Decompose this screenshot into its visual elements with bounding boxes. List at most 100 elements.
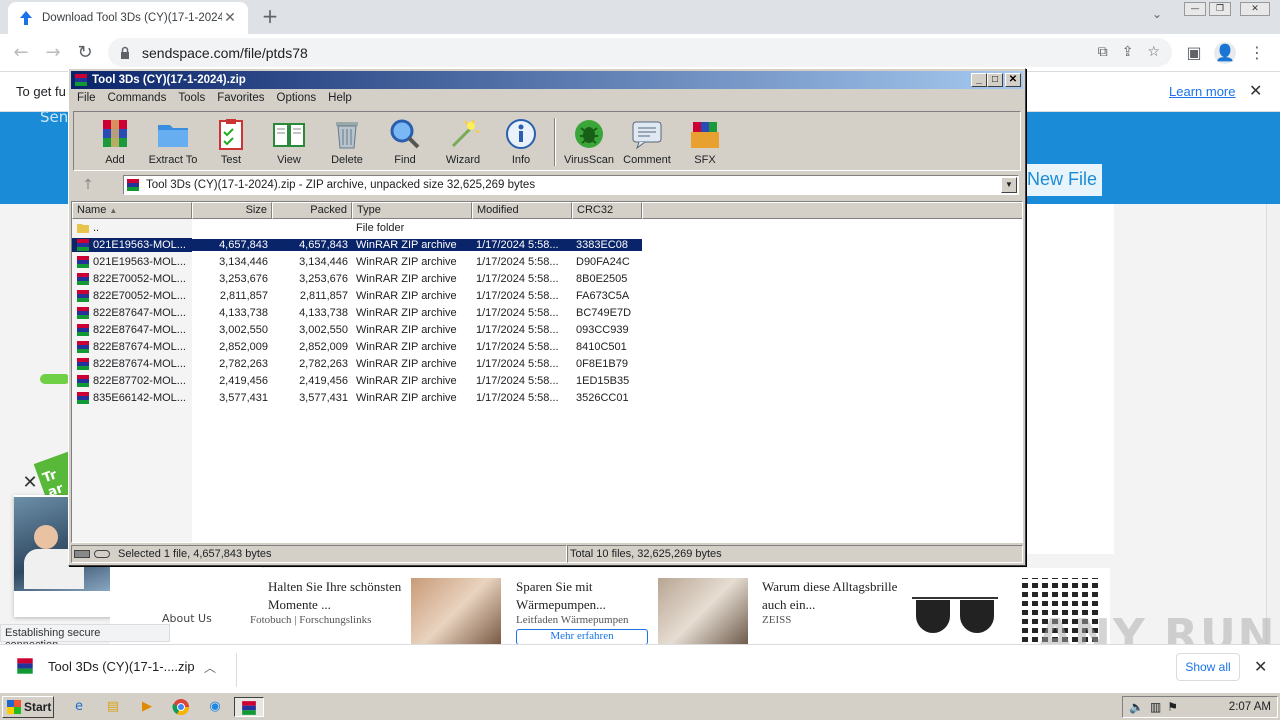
minimize-window-icon[interactable]: — xyxy=(1184,2,1206,16)
menu-options[interactable]: Options xyxy=(271,90,323,108)
address-bar[interactable]: sendspace.com/file/ptds78 ⧉ ⇪ ☆ xyxy=(108,38,1172,67)
learn-more-link[interactable]: Learn more xyxy=(1169,84,1235,99)
winrar-minimize-icon[interactable]: _ xyxy=(971,73,987,87)
windows-flag-icon xyxy=(7,700,21,714)
key-icon[interactable] xyxy=(94,550,110,558)
column-header-size[interactable]: Size xyxy=(192,202,272,219)
kebab-menu-icon[interactable]: ⋮ xyxy=(1246,42,1268,64)
video-close-icon[interactable]: ✕ xyxy=(20,472,40,493)
up-folder-icon[interactable]: ↑ xyxy=(73,174,103,196)
ad-3-glasses-image[interactable] xyxy=(912,590,998,640)
tab-search-chevron-icon[interactable]: ⌄ xyxy=(1152,7,1162,21)
new-file-button[interactable]: New File xyxy=(1022,164,1102,196)
file-packed: 4,657,843 xyxy=(272,238,352,251)
share-icon[interactable]: ⇪ xyxy=(1122,44,1134,60)
column-header-crc32[interactable]: CRC32 xyxy=(572,202,642,219)
file-row[interactable]: 021E19563-MOL... 3,134,446 3,134,446 WinRAR… xyxy=(72,253,1022,270)
menu-file[interactable]: File xyxy=(71,90,102,108)
tool-sfx-button[interactable]: SFX xyxy=(676,112,734,170)
page-scrollbar[interactable] xyxy=(1266,204,1280,644)
back-arrow-icon[interactable]: ← xyxy=(8,40,34,66)
restore-window-icon[interactable]: ❐ xyxy=(1209,2,1231,16)
chrome-icon[interactable] xyxy=(168,697,194,717)
drive-icon[interactable] xyxy=(74,550,90,558)
network-icon[interactable]: ▥ xyxy=(1150,700,1161,714)
ad-1-image[interactable] xyxy=(411,578,501,644)
infobar-close-icon[interactable]: ✕ xyxy=(1249,81,1262,100)
archive-path-text: Tool 3Ds (CY)(17-1-2024).zip - ZIP archi… xyxy=(146,179,536,191)
winrar-close-icon[interactable]: ✕ xyxy=(1005,73,1021,87)
ad-2-title[interactable]: Sparen Sie mit Wärmepumpen... xyxy=(516,578,646,614)
menu-commands[interactable]: Commands xyxy=(102,90,173,108)
tool-add-button[interactable]: Add xyxy=(86,112,144,170)
ad-1-title[interactable]: Halten Sie Ihre schönsten Momente ... xyxy=(268,578,408,614)
profile-avatar-icon[interactable]: 👤 xyxy=(1214,42,1236,64)
winrar-title-bar[interactable]: Tool 3Ds (CY)(17-1-2024).zip _ □ ✕ xyxy=(71,71,1023,89)
path-dropdown-icon[interactable]: ▼ xyxy=(1001,177,1017,193)
file-modified: 1/17/2024 5:58... xyxy=(476,340,559,353)
column-header-type[interactable]: Type xyxy=(352,202,472,219)
reload-icon[interactable]: ↻ xyxy=(72,40,98,66)
column-header-modified[interactable]: Modified xyxy=(472,202,572,219)
downloads-close-icon[interactable]: ✕ xyxy=(1254,657,1267,676)
tool-info-button[interactable]: Info xyxy=(492,112,550,170)
volume-icon[interactable]: 🔈 xyxy=(1129,700,1144,714)
file-row[interactable]: 822E87647-MOL... 3,002,550 3,002,550 WinRAR… xyxy=(72,321,1022,338)
browser-tab[interactable]: Download Tool 3Ds (CY)(17-1-2024) ✕ xyxy=(8,2,248,34)
file-row[interactable]: 021E19563-MOL... 4,657,843 4,657,843 WinRAR… xyxy=(72,236,1022,253)
show-all-button[interactable]: Show all xyxy=(1176,653,1240,681)
ie-icon[interactable]: e xyxy=(66,697,92,717)
download-item[interactable]: Tool 3Ds (CY)(17-1-....zip xyxy=(16,657,195,675)
clock[interactable]: 2:07 AM xyxy=(1229,701,1271,713)
file-size: 4,657,843 xyxy=(192,238,272,251)
menu-favorites[interactable]: Favorites xyxy=(211,90,270,108)
menu-help[interactable]: Help xyxy=(322,90,358,108)
sfx-box-icon xyxy=(691,122,719,148)
column-header-packed[interactable]: Packed xyxy=(272,202,352,219)
bookmark-star-icon[interactable]: ☆ xyxy=(1147,44,1160,60)
tool-wizard-button[interactable]: Wizard xyxy=(434,112,492,170)
action-center-flag-icon[interactable]: ⚑ xyxy=(1167,700,1178,714)
ad-2-more-button[interactable]: Mehr erfahren xyxy=(516,629,648,645)
file-row[interactable]: 822E87702-MOL... 2,419,456 2,419,456 WinRAR… xyxy=(72,372,1022,389)
tool-find-button[interactable]: Find xyxy=(376,112,434,170)
file-row[interactable]: 822E87674-MOL... 2,782,263 2,782,263 WinRAR… xyxy=(72,355,1022,372)
file-crc32: D90FA24C xyxy=(576,255,630,268)
file-row[interactable]: 822E70052-MOL... 2,811,857 2,811,857 WinRAR… xyxy=(72,287,1022,304)
tool-view-button[interactable]: View xyxy=(260,112,318,170)
chevron-up-icon[interactable]: ︿ xyxy=(204,659,216,676)
tool-comment-button[interactable]: Comment xyxy=(618,112,676,170)
tab-close-icon[interactable]: ✕ xyxy=(222,10,238,26)
winrar-taskbar-icon[interactable] xyxy=(234,697,264,717)
winrar-archive-icon xyxy=(17,658,33,674)
ad-2-image[interactable] xyxy=(658,578,748,644)
cast-icon[interactable]: ⧉ xyxy=(1098,44,1108,60)
wand-icon xyxy=(451,119,480,148)
file-modified: 1/17/2024 5:58... xyxy=(476,306,559,319)
file-row[interactable]: 822E70052-MOL... 3,253,676 3,253,676 WinRAR… xyxy=(72,270,1022,287)
parent-folder-row[interactable]: .. File folder xyxy=(72,219,1022,236)
ad-3-title[interactable]: Warum diese Alltagsbrille auch ein... xyxy=(762,578,902,614)
side-panel-icon[interactable]: ▣ xyxy=(1183,42,1205,64)
menu-tools[interactable]: Tools xyxy=(172,90,211,108)
tool-virusscan-button[interactable]: VirusScan xyxy=(560,112,618,170)
start-button[interactable]: Start xyxy=(2,696,54,718)
file-row[interactable]: 822E87647-MOL... 4,133,738 4,133,738 WinRAR… xyxy=(72,304,1022,321)
close-window-icon[interactable]: ✕ xyxy=(1240,2,1270,16)
downloads-bar: Tool 3Ds (CY)(17-1-....zip ︿ Show all ✕ xyxy=(0,644,1280,692)
tool-test-button[interactable]: Test xyxy=(202,112,260,170)
forward-arrow-icon[interactable]: → xyxy=(40,40,66,66)
archive-path-combo[interactable]: Tool 3Ds (CY)(17-1-2024).zip - ZIP archi… xyxy=(123,175,1019,195)
new-tab-icon[interactable]: + xyxy=(258,4,282,28)
media-player-icon[interactable]: ▶ xyxy=(134,697,160,717)
tool-extract-button[interactable]: Extract To xyxy=(144,112,202,170)
sort-asc-icon: ▲ xyxy=(109,206,118,215)
file-name: 835E66142-MOL... xyxy=(93,391,186,404)
file-row[interactable]: 822E87674-MOL... 2,852,009 2,852,009 WinRAR… xyxy=(72,338,1022,355)
winrar-maximize-icon[interactable]: □ xyxy=(987,73,1003,87)
file-row[interactable]: 835E66142-MOL... 3,577,431 3,577,431 WinRAR… xyxy=(72,389,1022,406)
column-header-name[interactable]: Name ▲ xyxy=(72,202,192,219)
tool-delete-button[interactable]: Delete xyxy=(318,112,376,170)
explorer-folder-icon[interactable]: ▤ xyxy=(100,697,126,717)
edge-icon[interactable]: ◉ xyxy=(202,697,228,717)
